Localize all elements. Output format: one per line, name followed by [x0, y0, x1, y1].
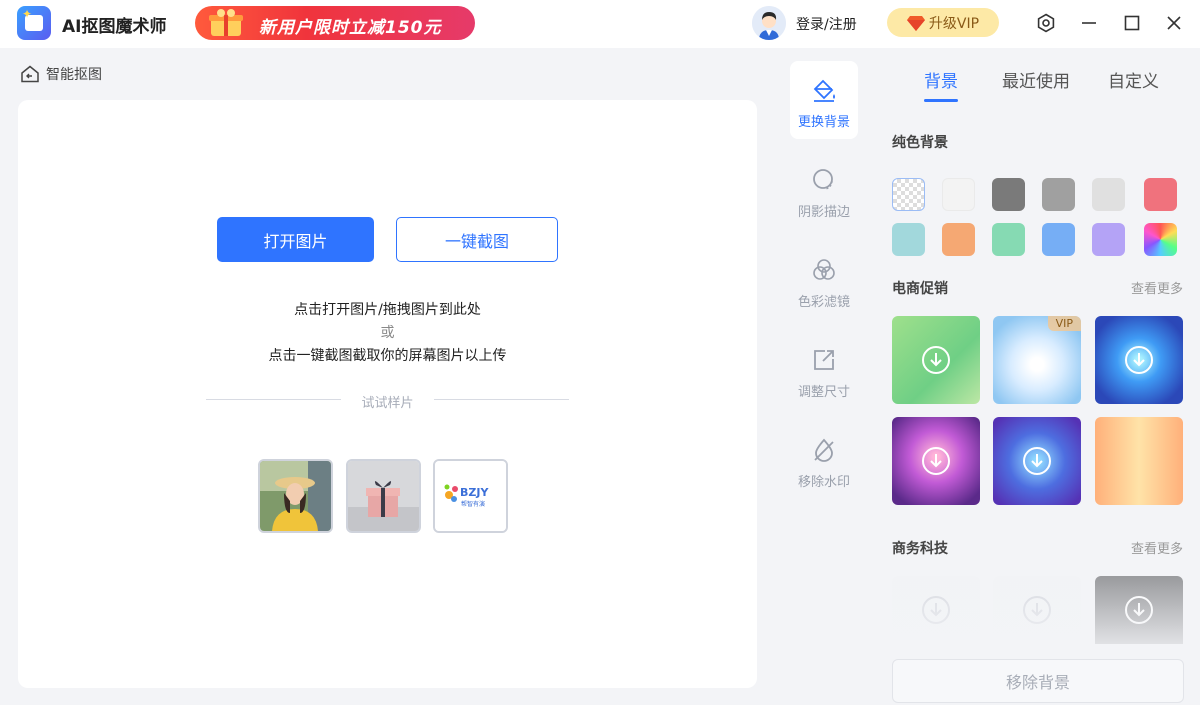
remove-watermark-icon	[814, 438, 834, 462]
gift-box-image	[348, 461, 419, 531]
close-icon[interactable]	[1163, 12, 1185, 34]
tool-label: 阴影描边	[797, 205, 850, 220]
swatch-red[interactable]	[1144, 178, 1177, 211]
tool-resize[interactable]: 调整尺寸	[790, 331, 858, 409]
vip-tag: VIP	[1047, 316, 1081, 331]
paint-bucket-icon	[813, 79, 835, 102]
download-icon	[1125, 346, 1153, 374]
shadow-icon	[813, 169, 833, 190]
open-image-button[interactable]: 打开图片	[217, 217, 374, 262]
swatch-transparent[interactable]	[892, 178, 925, 211]
app-logo: ✦	[17, 6, 51, 40]
tool-column: 更换背景 阴影描边 色彩滤镜 调整尺寸 移除水印	[780, 48, 870, 705]
resize-icon	[814, 350, 834, 370]
promo-section-title: 电商促销	[892, 281, 948, 297]
diamond-icon	[906, 15, 925, 31]
tool-label: 更换背景	[797, 115, 850, 130]
swatch-blue[interactable]	[1042, 223, 1075, 256]
samples-label: 试试样片	[361, 396, 414, 411]
hint-or: 或	[380, 325, 395, 341]
promo-bg-4[interactable]	[892, 417, 980, 505]
logo-image: BZJY 帮智有演	[435, 461, 506, 531]
sample-gift-box[interactable]	[346, 459, 421, 533]
tool-label: 移除水印	[797, 475, 850, 490]
swatch-gray[interactable]	[1042, 178, 1075, 211]
swatch-rainbow[interactable]	[1144, 223, 1177, 256]
tech-bg-1[interactable]	[892, 576, 980, 644]
breadcrumb[interactable]: 智能抠图	[20, 64, 102, 84]
swatch-green[interactable]	[992, 223, 1025, 256]
promo-bg-5[interactable]	[993, 417, 1081, 505]
promo-see-more[interactable]: 查看更多	[1131, 278, 1183, 297]
maximize-icon[interactable]	[1121, 12, 1143, 34]
tool-remove-watermark[interactable]: 移除水印	[790, 421, 858, 499]
download-icon	[922, 346, 950, 374]
promo-bg-1[interactable]	[892, 316, 980, 404]
user-avatar-icon	[752, 6, 786, 40]
swatch-white[interactable]	[942, 178, 975, 211]
minimize-icon[interactable]	[1078, 12, 1100, 34]
tool-label: 调整尺寸	[797, 385, 850, 400]
promo-banner[interactable]: 新用户限时立减150元	[195, 6, 475, 40]
breadcrumb-label: 智能抠图	[46, 67, 102, 83]
sample-woman-portrait[interactable]	[258, 459, 333, 533]
svg-text:BZJY: BZJY	[460, 486, 489, 499]
tech-section-title: 商务科技	[892, 541, 948, 557]
swatch-teal[interactable]	[892, 223, 925, 256]
tool-color-filter[interactable]: 色彩滤镜	[790, 241, 858, 319]
home-back-icon	[21, 65, 39, 83]
swatch-light-gray[interactable]	[1092, 178, 1125, 211]
tech-see-more[interactable]: 查看更多	[1131, 538, 1183, 557]
tab-custom[interactable]: 自定义	[1108, 67, 1159, 92]
download-icon	[1023, 447, 1051, 475]
upload-area[interactable]: 打开图片 一键截图 点击打开图片/拖拽图片到此处 或 点击一键截图截取你的屏幕图…	[18, 100, 757, 688]
upgrade-vip-button[interactable]: 升级VIP	[887, 8, 999, 37]
tool-label: 色彩滤镜	[797, 295, 850, 310]
tech-bg-2[interactable]	[993, 576, 1081, 644]
download-icon	[922, 447, 950, 475]
svg-text:帮智有演: 帮智有演	[461, 500, 485, 508]
swatch-purple[interactable]	[1092, 223, 1125, 256]
tab-background[interactable]: 背景	[924, 67, 958, 92]
swatch-dark-gray[interactable]	[992, 178, 1025, 211]
background-panel: 背景 最近使用 自定义 纯色背景 电商促销 查看更多 VIP 商务科技 查看更多	[870, 48, 1200, 705]
tech-bg-3[interactable]	[1095, 576, 1183, 644]
title-bar: ✦ AI抠图魔术师 新用户限时立减150元 登录/注册 升级VIP	[0, 0, 1200, 48]
tab-recent[interactable]: 最近使用	[1002, 67, 1070, 92]
gift-icon	[209, 9, 243, 36]
promo-bg-2[interactable]: VIP	[993, 316, 1081, 404]
remove-background-button[interactable]: 移除背景	[892, 659, 1184, 703]
solid-background-title: 纯色背景	[892, 135, 948, 151]
hint-capture: 点击一键截图截取你的屏幕图片以上传	[268, 348, 507, 364]
settings-icon[interactable]	[1035, 12, 1057, 34]
app-title: AI抠图魔术师	[62, 17, 167, 37]
divider-right	[434, 399, 569, 400]
hint-open: 点击打开图片/拖拽图片到此处	[294, 302, 481, 318]
screenshot-button[interactable]: 一键截图	[396, 217, 558, 262]
upgrade-vip-label: 升级VIP	[928, 15, 980, 32]
swatch-orange[interactable]	[942, 223, 975, 256]
download-icon	[1023, 596, 1051, 624]
login-link[interactable]: 登录/注册	[796, 14, 857, 34]
woman-portrait-image	[260, 461, 331, 531]
tool-shadow-outline[interactable]: 阴影描边	[790, 151, 858, 229]
avatar[interactable]	[752, 6, 786, 40]
tab-underline	[924, 99, 958, 102]
sample-logo[interactable]: BZJY 帮智有演	[433, 459, 508, 533]
download-icon	[1125, 596, 1153, 624]
promo-text: 新用户限时立减150元	[259, 18, 442, 38]
promo-bg-3[interactable]	[1095, 316, 1183, 404]
color-filter-icon	[813, 259, 835, 280]
tool-change-background[interactable]: 更换背景	[790, 61, 858, 139]
promo-bg-6[interactable]	[1095, 417, 1183, 505]
download-icon	[922, 596, 950, 624]
